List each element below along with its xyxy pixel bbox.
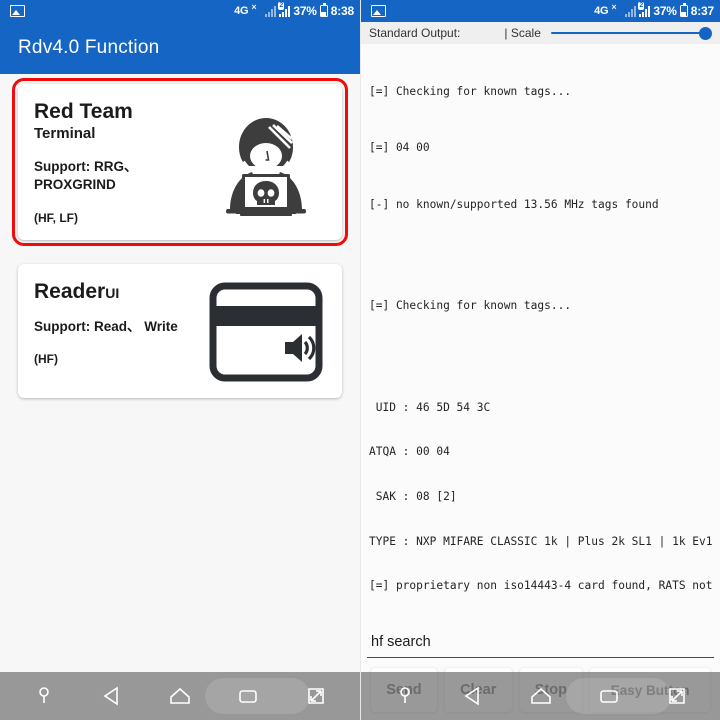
terminal-line: [=] proprietary non iso14443-4 card foun… [369, 579, 720, 593]
card-red-team-terminal[interactable]: Red Team Terminal Support: RRG、 PROXGRIN… [12, 78, 348, 246]
command-input[interactable]: hf search [367, 630, 714, 658]
right-phone-panel: 4G 2 37% 8:37 Standard Output: | Scale [360, 0, 720, 720]
right-navigation-bar [361, 672, 720, 720]
sim2-signal-icon: 2 [638, 1, 651, 17]
command-input-area: hf search [361, 630, 720, 658]
battery-percent-label: 37% [653, 4, 677, 18]
terminal-line: TYPE : NXP MIFARE CLASSIC 1k | Plus 2k S… [369, 534, 713, 548]
fullscreen-icon[interactable] [664, 683, 690, 709]
scale-label: | Scale [504, 26, 541, 40]
back-icon[interactable] [460, 683, 486, 709]
terminal-line: ATQA : 00 04 [369, 445, 450, 459]
sim2-badge-label: 2 [278, 1, 285, 10]
home-icon[interactable] [528, 683, 554, 709]
signal-bars-icon [625, 5, 637, 17]
standard-output-label: Standard Output: [369, 26, 461, 40]
battery-icon [679, 3, 688, 17]
sim2-signal-icon: 2 [278, 1, 291, 17]
card-subtitle: Terminal [34, 125, 96, 143]
fullscreen-icon[interactable] [303, 683, 329, 709]
dual-pane-screenshot: 4G 2 37% 8:38 Rdv4.0 Function Red Team [0, 0, 720, 720]
card-title-main: Reader [34, 280, 106, 303]
assistant-icon[interactable] [31, 683, 57, 709]
terminal-output[interactable]: [=] Checking for known tags... [=] 04 00… [361, 44, 720, 616]
back-icon[interactable] [99, 683, 125, 709]
network-type-label: 4G [234, 5, 249, 17]
function-card-list: Red Team Terminal Support: RRG、 PROXGRIN… [0, 74, 360, 398]
page-title: Rdv4.0 Function [18, 37, 160, 58]
battery-icon [319, 3, 328, 17]
card-title-suffix: UI [105, 285, 120, 301]
network-type-label: 4G [594, 5, 609, 17]
terminal-line: [=] Checking for known tags... [369, 84, 572, 98]
recents-icon[interactable] [596, 683, 622, 709]
left-status-bar: 4G 2 37% 8:38 [0, 0, 360, 22]
terminal-line: [-] no known/supported 13.56 MHz tags fo… [369, 197, 659, 211]
card-frequency-label: (HF, LF) [34, 210, 78, 225]
home-icon[interactable] [167, 683, 193, 709]
clock-label: 8:37 [690, 4, 714, 18]
assistant-icon[interactable] [392, 683, 418, 709]
photo-icon [371, 5, 386, 17]
card-support-label: Support: RRG、 PROXGRIND [34, 159, 138, 193]
terminal-line: [=] Checking for known tags... [369, 299, 572, 313]
recents-icon[interactable] [235, 683, 261, 709]
no-sim-icon [251, 2, 262, 17]
app-bar: Rdv4.0 Function [0, 22, 360, 74]
left-phone-panel: 4G 2 37% 8:38 Rdv4.0 Function Red Team [0, 0, 360, 720]
card-frequency-label: (HF) [34, 352, 58, 367]
no-sim-icon [611, 2, 622, 17]
photo-icon [10, 5, 25, 17]
card-title: ReaderUI [34, 280, 204, 304]
scale-toolbar: Standard Output: | Scale [361, 22, 720, 44]
left-navigation-bar [0, 672, 360, 720]
hacker-laptop-skull-icon [204, 106, 328, 226]
scale-slider[interactable] [550, 26, 712, 40]
signal-bars-icon [265, 5, 277, 17]
card-reader-ui[interactable]: ReaderUI Support: Read、 Write (HF) [18, 264, 342, 398]
scale-slider-thumb[interactable] [699, 26, 712, 40]
terminal-line: [=] 04 00 [369, 141, 430, 155]
clock-label: 8:38 [330, 4, 354, 18]
sim2-badge-label: 2 [638, 1, 645, 10]
terminal-line: UID : 46 5D 54 3C [369, 400, 491, 414]
card-title: Red Team [34, 100, 133, 123]
terminal-line: SAK : 08 [2] [369, 489, 457, 503]
right-status-bar: 4G 2 37% 8:37 [361, 0, 720, 22]
scale-slider-track [550, 31, 704, 35]
battery-percent-label: 37% [293, 4, 317, 18]
card-support-label: Support: Read、 Write [34, 319, 178, 335]
contactless-card-icon [204, 280, 328, 384]
